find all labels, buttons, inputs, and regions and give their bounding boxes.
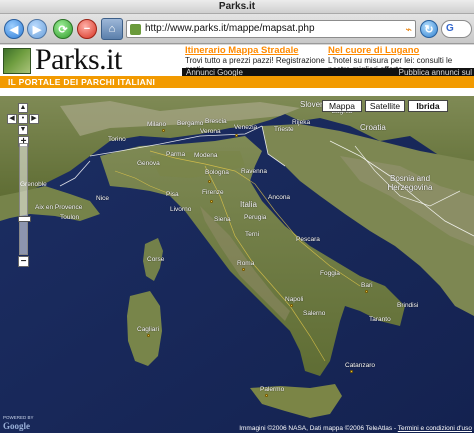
pan-right-icon[interactable]: ▶ (29, 114, 39, 124)
map-label: Venezia (234, 124, 258, 131)
stop-icon[interactable]: − (77, 19, 97, 39)
google-search-input[interactable]: G (441, 20, 472, 38)
map-label: Napoli (285, 296, 304, 303)
home-icon[interactable]: ⌂ (101, 18, 123, 40)
map-label: Toulon (60, 214, 80, 221)
site-logo[interactable]: Parks.it (0, 43, 182, 76)
map-label: Bologna (205, 169, 229, 176)
map-label: Rijeka (292, 119, 311, 126)
map-city-dot (208, 180, 211, 183)
maptype-satellite-button[interactable]: Satellite (365, 100, 405, 112)
back-icon[interactable]: ◀ (4, 19, 24, 39)
map-label: Verona (200, 128, 221, 135)
maptype-map-button[interactable]: Mappa (322, 100, 362, 112)
map-label: Perugia (244, 214, 267, 221)
logo-image (3, 48, 31, 74)
window-titlebar: Parks.it (0, 0, 474, 14)
map-country-label: Bosnia and Herzegovina (387, 174, 433, 192)
map-label: Bari (361, 282, 373, 289)
spacer (0, 88, 474, 96)
map-label: Terni (245, 231, 260, 238)
map-label: Roma (237, 260, 255, 267)
map-label: Livorno (170, 206, 192, 213)
map-city-dot (235, 134, 238, 137)
map-label: Foggia (320, 270, 340, 277)
satellite-map[interactable]: Milano Bergamo Brescia Verona Venezia Tr… (0, 96, 474, 433)
map-city-dot (147, 334, 150, 337)
map-label: Catanzaro (345, 362, 375, 369)
map-attribution: Immagini ©2006 NASA, Dati mappa ©2006 Te… (239, 425, 472, 432)
zoom-out-button[interactable]: − (18, 256, 29, 267)
map-label: Taranto (369, 316, 391, 323)
map-label: Pisa (166, 191, 179, 198)
map-label: Milano (147, 121, 167, 128)
map-label: Trieste (274, 126, 294, 133)
terms-link[interactable]: Termini e condizioni d'uso (398, 425, 472, 432)
ad-title[interactable]: Itinerario Mappa Stradale (185, 45, 325, 56)
map-label: Aix en Provence (35, 204, 83, 211)
powered-by-label: POWERED BY (3, 415, 34, 420)
map-label: Genova (137, 160, 160, 167)
go-icon[interactable]: ↻ (420, 20, 438, 38)
window-title: Parks.it (218, 1, 256, 12)
logo-text: Parks.it (35, 43, 122, 76)
map-label: Ancona (268, 194, 291, 201)
google-logo[interactable]: Google (3, 421, 30, 431)
map-city-dot (290, 304, 293, 307)
map-label: Parma (166, 151, 186, 158)
map-label: Modena (194, 152, 218, 159)
maptype-hybrid-button[interactable]: Ibrida (408, 100, 448, 112)
address-bar[interactable]: http://www.parks.it/mappe/mapsat.php ⌁ (126, 20, 416, 38)
map-label: Salerno (303, 310, 326, 317)
map-label: Corse (147, 256, 165, 263)
pan-up-icon[interactable]: ▲ (18, 103, 28, 113)
map-country-label: Croatia (360, 123, 386, 132)
forward-icon[interactable]: ▶ (27, 19, 47, 39)
pan-center-icon[interactable]: • (18, 114, 28, 124)
map-label: Torino (108, 136, 126, 143)
map-city-dot (265, 394, 268, 397)
map-city-dot (365, 290, 368, 293)
map-label: Ravenna (241, 168, 268, 175)
page-content: Parks.it Itinerario Mappa Stradale Trovi… (0, 43, 474, 433)
map-city-dot (210, 200, 213, 203)
map-label: Firenze (202, 189, 224, 196)
tagline-band: IL PORTALE DEI PARCHI ITALIANI (0, 76, 474, 88)
ad-title[interactable]: Nel cuore di Lugano (328, 45, 468, 56)
map-label: Brescia (205, 118, 227, 125)
map-country-label: Italia (240, 200, 257, 209)
attribution-text: Immagini ©2006 NASA, Dati mappa ©2006 Te… (239, 425, 397, 432)
map-label: Nice (96, 195, 110, 202)
map-label: Pescara (296, 236, 320, 243)
map-label: Palermo (260, 386, 285, 393)
reload-icon[interactable]: ⟳ (53, 19, 73, 39)
zoom-slider[interactable] (18, 143, 31, 255)
map-label: Brindisi (397, 302, 419, 309)
site-tagline: IL PORTALE DEI PARCHI ITALIANI (8, 77, 156, 87)
address-url: http://www.parks.it/mappe/mapsat.php (145, 23, 315, 34)
zoom-slider-handle[interactable] (18, 216, 31, 222)
pan-down-icon[interactable]: ▼ (18, 125, 28, 135)
google-search-icon: G (446, 23, 454, 34)
favicon-icon (130, 24, 141, 35)
map-city-dot (350, 370, 353, 373)
rss-icon[interactable]: ⌁ (405, 23, 412, 36)
map-label: Siena (214, 216, 231, 223)
map-city-dot (162, 129, 165, 132)
pan-left-icon[interactable]: ◀ (7, 114, 17, 124)
browser-toolbar: ◀ ▶ ⟳ − ⌂ http://www.parks.it/mappe/maps… (0, 14, 474, 44)
map-label: Bergamo (177, 120, 204, 127)
map-city-dot (242, 268, 245, 271)
map-label: Cagliari (137, 326, 160, 333)
